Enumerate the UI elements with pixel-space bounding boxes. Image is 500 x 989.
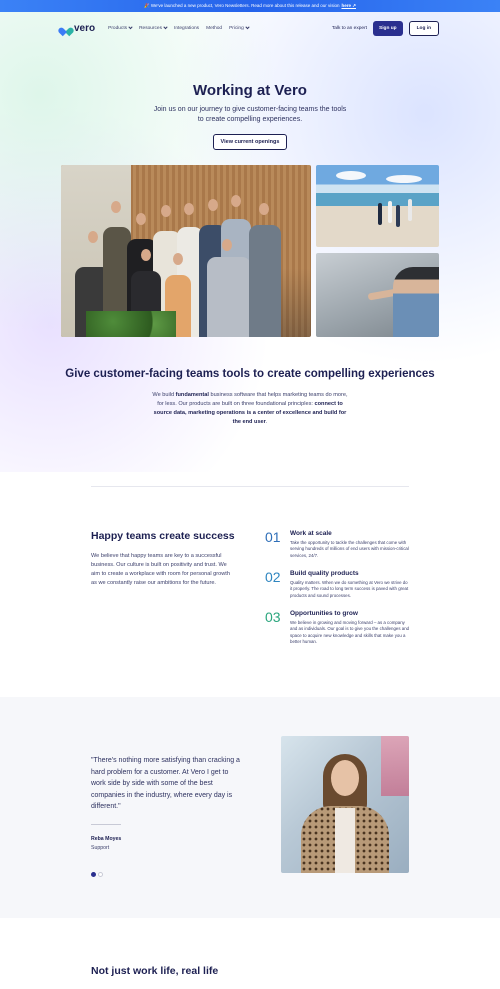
chevron-down-icon <box>245 24 250 29</box>
chevron-down-icon <box>128 24 133 29</box>
feature-body: We believe in growing and moving forward… <box>290 620 410 644</box>
testimonial-role: Support <box>91 845 110 851</box>
feature-content: Work at scale Take the opportunity to ta… <box>290 530 410 559</box>
feature-title: Opportunities to grow <box>290 610 358 617</box>
team-person <box>207 257 251 337</box>
feature-item: 03 Opportunities to grow We believe in g… <box>265 610 415 645</box>
section-divider <box>91 486 409 487</box>
announcement-text: 🎉 We've launched a new product, Vero New… <box>143 3 340 8</box>
team-person-head <box>222 239 232 251</box>
portrait-face <box>331 760 359 796</box>
team-person-head <box>231 195 241 207</box>
top-nav: vero Products Resources Integrations Met… <box>0 12 500 44</box>
team-person-head <box>111 201 121 213</box>
team-person-head <box>161 205 171 217</box>
feature-number: 01 <box>265 529 281 545</box>
talk-to-expert-link[interactable]: Talk to an expert <box>332 26 367 31</box>
happy-body: We believe that happy teams are key to a… <box>91 553 230 586</box>
testimonial-section: "There's nothing more satisfying than cr… <box>0 697 500 918</box>
heart-logo-icon <box>61 24 71 32</box>
menu-label: Pricing <box>229 25 244 31</box>
carousel-dots <box>91 872 103 877</box>
whiteboard-person <box>393 267 439 337</box>
beach-person <box>408 199 412 221</box>
menu-label: Resources <box>139 25 162 31</box>
feature-item: 01 Work at scale Take the opportunity to… <box>265 530 415 559</box>
page-title: Working at Vero <box>193 82 307 99</box>
tools-text: We build <box>152 392 176 398</box>
cloud <box>336 171 366 180</box>
tools-title: Give customer-facing teams tools to crea… <box>65 368 435 380</box>
testimonial-quote: "There's nothing more satisfying than cr… <box>91 757 240 810</box>
beach-person <box>378 203 382 225</box>
menu-label: Products <box>108 25 128 31</box>
real-life-title: Not just work life, real life <box>91 965 219 977</box>
brand-name: vero <box>74 22 96 34</box>
announcement-bar: 🎉 We've launched a new product, Vero New… <box>0 0 500 12</box>
vero-logo[interactable]: vero <box>61 23 95 34</box>
view-openings-button[interactable]: View current openings <box>212 134 288 150</box>
team-person <box>249 225 281 337</box>
feature-body: Take the opportunity to tackle the chall… <box>290 540 409 558</box>
tools-section: Give customer-facing teams tools to crea… <box>0 367 500 427</box>
hero-subtitle: Join us on our journey to give customer-… <box>153 106 347 123</box>
feature-number: 03 <box>265 609 281 625</box>
menu-item-products[interactable]: Products <box>108 24 133 31</box>
feature-number: 02 <box>265 569 281 585</box>
plants <box>86 311 176 337</box>
announcement-link[interactable]: here ↗ <box>341 3 356 9</box>
team-person-head <box>184 203 194 215</box>
tools-bold-text: fundamental <box>175 392 209 398</box>
team-person-head <box>208 199 218 211</box>
main-menu: Products Resources Integrations Method P… <box>108 24 250 31</box>
menu-item-resources[interactable]: Resources <box>139 24 168 31</box>
team-person-head <box>173 253 183 265</box>
testimonial-portrait <box>281 736 409 873</box>
team-person-head <box>141 249 151 261</box>
team-person-head <box>88 231 98 243</box>
menu-item-integrations[interactable]: Integrations <box>174 26 199 31</box>
feature-title: Work at scale <box>290 530 332 537</box>
feature-item: 02 Build quality products Quality matter… <box>265 570 415 599</box>
chevron-down-icon <box>163 24 168 29</box>
carousel-dot-1[interactable] <box>91 872 96 877</box>
portrait-background-pink <box>381 736 409 796</box>
testimonial-author: Reba Moyes <box>91 836 122 842</box>
tools-body: We build fundamental business software t… <box>152 391 348 427</box>
carousel-dot-2[interactable] <box>98 872 103 877</box>
team-person-head <box>259 203 269 215</box>
portrait-shirt <box>335 808 355 873</box>
quote-divider <box>91 824 121 825</box>
whiteboard-photo <box>316 253 439 337</box>
tools-text: . <box>265 419 268 425</box>
menu-item-pricing[interactable]: Pricing <box>229 24 250 31</box>
menu-item-method[interactable]: Method <box>206 26 222 31</box>
hero-section: Working at Vero Join us on our journey t… <box>0 82 500 150</box>
photo-gallery <box>61 165 439 337</box>
team-photo <box>61 165 311 337</box>
nav-actions: Talk to an expert Sign up Log in <box>332 20 439 36</box>
team-person-head <box>136 213 146 225</box>
feature-title: Build quality products <box>290 570 359 577</box>
login-button[interactable]: Log in <box>408 20 439 36</box>
cloud <box>386 175 422 183</box>
feature-content: Build quality products Quality matters. … <box>290 570 410 599</box>
feature-body: Quality matters. When we do something at… <box>290 580 409 598</box>
beach-person <box>388 201 392 223</box>
beach-person <box>396 205 400 227</box>
signup-button[interactable]: Sign up <box>373 20 403 36</box>
beach-photo <box>316 165 439 247</box>
feature-content: Opportunities to grow We believe in grow… <box>290 610 410 645</box>
